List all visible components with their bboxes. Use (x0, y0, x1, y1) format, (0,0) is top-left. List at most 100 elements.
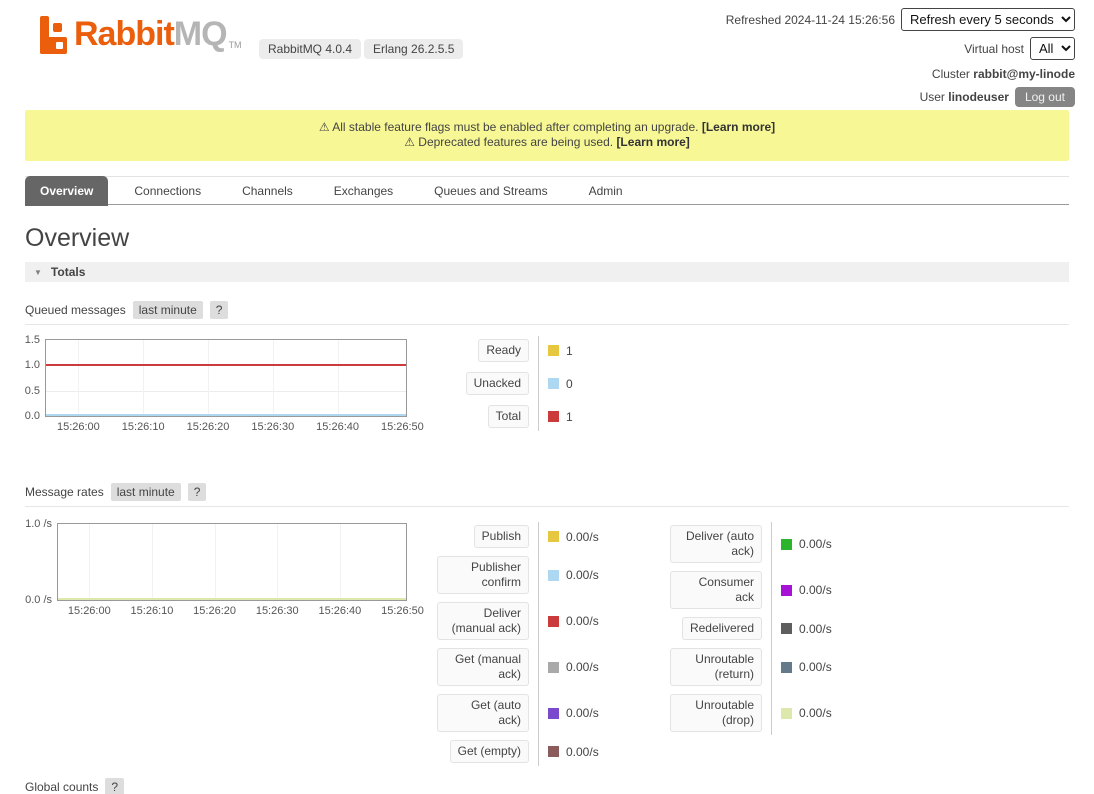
legend-label-deliver-auto-ack[interactable]: Deliver (auto ack) (670, 525, 762, 563)
legend-swatch-icon (548, 662, 559, 673)
header: Rabbit MQ TM RabbitMQ 4.0.4 Erlang 26.2.… (0, 0, 1094, 108)
legend-label-unacked[interactable]: Unacked (466, 372, 529, 395)
legend-value-text: 0.00/s (799, 537, 832, 551)
legend-divider (538, 522, 539, 766)
legend-swatch-icon (548, 345, 559, 356)
legend-value-get-manual-ack: 0.00/s (548, 660, 599, 674)
queued-messages-window-chip[interactable]: last minute (133, 301, 203, 319)
legend-value-deliver-manual-ack: 0.00/s (548, 614, 599, 628)
legend-label-consumer-ack[interactable]: Consumer ack (670, 571, 762, 609)
cluster-label: Cluster (932, 67, 970, 81)
x-axis-tick-label: 15:26:00 (57, 421, 100, 433)
main-content: Overview ▼ Totals Queued messages last m… (25, 224, 1069, 794)
message-rates-legend-left: Publish 0.00/s Publisher confirm 0.00/s Deli… (437, 525, 599, 763)
legend-swatch-icon (781, 539, 792, 550)
tab-exchanges[interactable]: Exchanges (319, 177, 408, 206)
warning-banner: ⚠ All stable feature flags must be enabl… (25, 110, 1069, 161)
x-axis-tick-label: 15:26:50 (381, 421, 424, 433)
gridline (143, 340, 144, 416)
virtual-host-select[interactable]: All (1030, 37, 1075, 60)
legend-value-consumer-ack: 0.00/s (781, 583, 832, 597)
legend-label-get-manual-ack[interactable]: Get (manual ack) (437, 648, 529, 686)
tab-bar: Overview Connections Channels Exchanges Queu… (25, 176, 1069, 205)
legend-value-ready: 1 (548, 344, 573, 358)
queued-messages-legend: Ready1Unacked0Total1 (437, 339, 573, 428)
cluster-name: rabbit@my-linode (973, 67, 1075, 81)
message-rates-window-chip[interactable]: last minute (111, 483, 181, 501)
legend-value-unroutable-return: 0.00/s (781, 660, 832, 674)
legend-swatch-icon (781, 708, 792, 719)
gridline (215, 524, 216, 600)
legend-label-redelivered[interactable]: Redelivered (682, 617, 762, 640)
gridline (338, 340, 339, 416)
legend-value-text: 1 (566, 344, 573, 358)
legend-label-unroutable-return[interactable]: Unroutable (return) (670, 648, 762, 686)
legend-label-total[interactable]: Total (488, 405, 529, 428)
y-axis-tick-label: 0.0 /s (25, 594, 52, 606)
gridline (46, 391, 406, 392)
legend-value-publisher-confirm: 0.00/s (548, 568, 599, 582)
deprecated-learn-more-link[interactable]: [Learn more] (616, 135, 689, 149)
rabbitmq-logo[interactable]: Rabbit MQ TM (40, 14, 242, 54)
legend-value-get-empty: 0.00/s (548, 745, 599, 759)
virtual-host-label: Virtual host (964, 42, 1024, 56)
message-rates-chart-block: 1.0 /s0.0 /s15:26:0015:26:1015:26:2015:2… (25, 507, 1069, 761)
tab-queues-and-streams[interactable]: Queues and Streams (419, 177, 562, 206)
global-counts-title: Global counts (25, 780, 98, 794)
logo-trademark: TM (229, 40, 242, 50)
legend-swatch-icon (548, 378, 559, 389)
queued-messages-help-icon[interactable]: ? (210, 301, 229, 319)
feature-flags-warning-text: ⚠ All stable feature flags must be enabl… (319, 120, 699, 134)
tab-connections[interactable]: Connections (119, 177, 216, 206)
legend-value-unroutable-drop: 0.00/s (781, 706, 832, 720)
legend-divider (771, 522, 772, 735)
legend-label-unroutable-drop[interactable]: Unroutable (drop) (670, 694, 762, 732)
legend-divider (538, 336, 539, 431)
user-name: linodeuser (948, 90, 1009, 104)
refreshed-timestamp: Refreshed 2024-11-24 15:26:56 (726, 13, 895, 27)
legend-value-publish: 0.00/s (548, 530, 599, 544)
legend-label-deliver-manual-ack[interactable]: Deliver (manual ack) (437, 602, 529, 640)
x-axis-tick-label: 15:26:00 (68, 605, 111, 617)
legend-swatch-icon (548, 411, 559, 422)
legend-value-text: 0 (566, 377, 573, 391)
y-axis-tick-label: 1.0 (25, 359, 40, 371)
queued-messages-header: Queued messages last minute ? (25, 301, 1069, 325)
x-axis-tick-label: 15:26:50 (381, 605, 424, 617)
logout-button[interactable]: Log out (1015, 87, 1075, 107)
gridline (152, 524, 153, 600)
message-rates-chart: 1.0 /s0.0 /s15:26:0015:26:1015:26:2015:2… (57, 523, 407, 601)
legend-label-publisher-confirm[interactable]: Publisher confirm (437, 556, 529, 594)
legend-value-text: 0.00/s (799, 706, 832, 720)
message-rates-title: Message rates (25, 485, 104, 499)
legend-swatch-icon (548, 570, 559, 581)
tab-channels[interactable]: Channels (227, 177, 308, 206)
x-axis-tick-label: 15:26:30 (256, 605, 299, 617)
message-rates-help-icon[interactable]: ? (188, 483, 207, 501)
feature-flags-learn-more-link[interactable]: [Learn more] (702, 120, 775, 134)
message-rates-header: Message rates last minute ? (25, 483, 1069, 507)
refresh-row: Refreshed 2024-11-24 15:26:56 Refresh eve… (726, 8, 1075, 31)
global-counts-header: Global counts ? (25, 778, 1069, 794)
y-axis-tick-label: 1.0 /s (25, 518, 52, 530)
gridline (89, 524, 90, 600)
message-rates-legend-right: Deliver (auto ack) 0.00/s Consumer ack 0.00… (670, 525, 832, 732)
legend-label-get-empty[interactable]: Get (empty) (450, 740, 529, 763)
logo-text-mq: MQ (174, 14, 227, 54)
global-counts-help-icon[interactable]: ? (105, 778, 124, 794)
erlang-version-badge: Erlang 26.2.5.5 (364, 39, 463, 59)
tab-overview[interactable]: Overview (25, 176, 108, 206)
legend-label-get-auto-ack[interactable]: Get (auto ack) (437, 694, 529, 732)
legend-value-text: 0.00/s (799, 622, 832, 636)
legend-value-deliver-auto-ack: 0.00/s (781, 537, 832, 551)
legend-swatch-icon (781, 662, 792, 673)
gridline (340, 524, 341, 600)
legend-value-text: 0.00/s (566, 568, 599, 582)
refresh-interval-select[interactable]: Refresh every 5 seconds (901, 8, 1075, 31)
legend-label-publish[interactable]: Publish (474, 525, 529, 548)
legend-label-ready[interactable]: Ready (478, 339, 529, 362)
legend-swatch-icon (548, 708, 559, 719)
x-axis-tick-label: 15:26:30 (251, 421, 294, 433)
tab-admin[interactable]: Admin (574, 177, 638, 206)
totals-section-toggle[interactable]: ▼ Totals (25, 262, 1069, 282)
